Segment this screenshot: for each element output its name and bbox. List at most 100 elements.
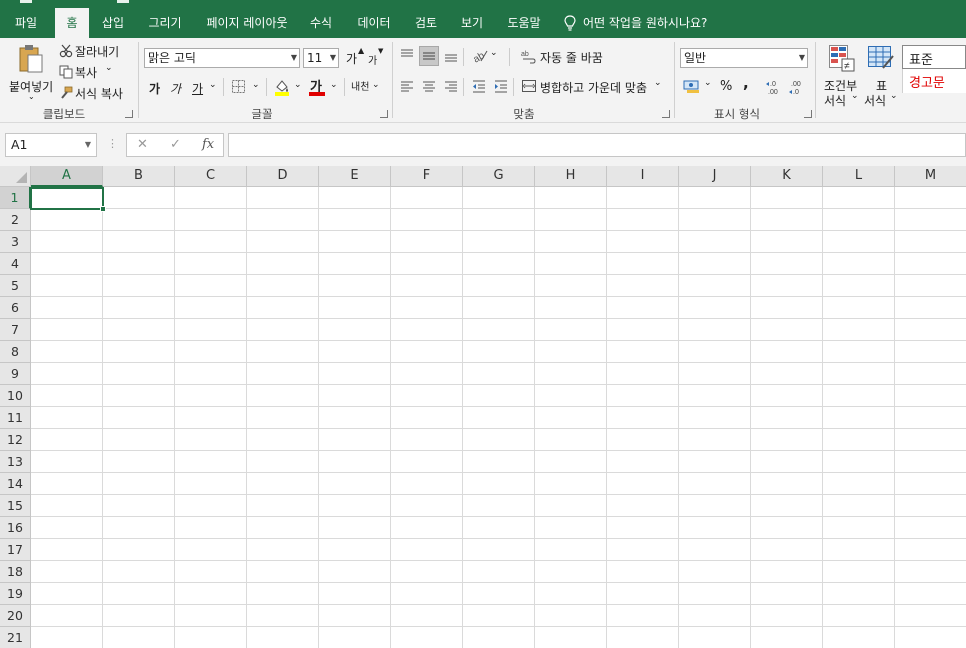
fill-color-dropdown-icon[interactable]: ⌄: [294, 80, 302, 90]
tab-data[interactable]: 데이터: [350, 8, 398, 38]
alignment-launcher-icon[interactable]: [662, 110, 670, 118]
row-header-15[interactable]: 15: [0, 495, 31, 517]
row-header-2[interactable]: 2: [0, 209, 31, 231]
borders-dropdown-icon[interactable]: ⌄: [252, 80, 260, 90]
column-header-K[interactable]: K: [751, 166, 823, 187]
column-header-D[interactable]: D: [247, 166, 319, 187]
row-header-11[interactable]: 11: [0, 407, 31, 429]
confirm-entry-icon[interactable]: ✓: [170, 137, 181, 152]
copy-button[interactable]: 복사 ⌄: [57, 63, 123, 81]
cut-button[interactable]: 잘라내기: [57, 42, 123, 60]
number-launcher-icon[interactable]: [804, 110, 812, 118]
cancel-entry-icon[interactable]: ✕: [137, 137, 148, 152]
paste-button[interactable]: 붙여넣기 ⌄: [6, 42, 53, 104]
row-header-21[interactable]: 21: [0, 627, 31, 648]
tab-review[interactable]: 검토: [408, 8, 444, 38]
column-header-J[interactable]: J: [679, 166, 751, 187]
row-header-6[interactable]: 6: [0, 297, 31, 319]
row-header-20[interactable]: 20: [0, 605, 31, 627]
row-header-9[interactable]: 9: [0, 363, 31, 385]
number-format-combo[interactable]: 일반 ▼: [680, 48, 808, 68]
row-header-18[interactable]: 18: [0, 561, 31, 583]
shrink-font-button[interactable]: 가: [368, 52, 377, 67]
name-box-dropdown-icon[interactable]: ▼: [85, 134, 91, 156]
row-header-7[interactable]: 7: [0, 319, 31, 341]
column-header-E[interactable]: E: [319, 166, 391, 187]
decrease-decimal-icon[interactable]: .00 .0: [788, 78, 806, 96]
font-color-dropdown-icon[interactable]: ⌄: [330, 80, 338, 90]
tab-file[interactable]: 파일: [4, 8, 48, 38]
comma-button[interactable]: ,: [743, 74, 749, 92]
increase-indent-icon[interactable]: [493, 78, 509, 94]
fill-color-icon[interactable]: [273, 78, 291, 96]
tab-page-layout[interactable]: 페이지 레이아웃: [200, 8, 294, 38]
orientation-icon[interactable]: ab: [471, 47, 489, 63]
underline-button[interactable]: 가: [192, 80, 203, 97]
conditional-formatting-button[interactable]: ≠ 조건부 서식 ⌄: [822, 42, 862, 108]
column-header-B[interactable]: B: [103, 166, 175, 187]
clipboard-launcher-icon[interactable]: [125, 110, 133, 118]
align-center-icon[interactable]: [421, 78, 437, 94]
font-launcher-icon[interactable]: [380, 110, 388, 118]
row-header-8[interactable]: 8: [0, 341, 31, 363]
select-all-button[interactable]: [0, 166, 31, 187]
tab-home[interactable]: 홈: [55, 8, 89, 38]
wrap-text-button[interactable]: 자동 줄 바꿈: [540, 49, 603, 66]
tell-me-box[interactable]: 어떤 작업을 원하시나요?: [564, 8, 724, 38]
grow-font-button[interactable]: 가: [346, 50, 357, 67]
quick-access-redo-icon[interactable]: [117, 0, 129, 3]
formula-bar-grip-icon[interactable]: ⋮: [107, 137, 118, 150]
accounting-dropdown-icon[interactable]: ⌄: [704, 78, 712, 88]
tab-draw[interactable]: 그리기: [141, 8, 189, 38]
row-header-5[interactable]: 5: [0, 275, 31, 297]
column-header-A[interactable]: A: [31, 166, 103, 187]
align-bottom-icon[interactable]: [443, 47, 459, 63]
decrease-indent-icon[interactable]: [471, 78, 487, 94]
formula-input[interactable]: [228, 133, 966, 157]
format-as-table-button[interactable]: 표 서식 ⌄: [862, 42, 900, 108]
column-header-L[interactable]: L: [823, 166, 895, 187]
tab-view[interactable]: 보기: [454, 8, 490, 38]
cell-style-warning[interactable]: 경고문: [902, 69, 966, 93]
phonetic-dropdown-icon[interactable]: ⌄: [372, 80, 380, 90]
worksheet-grid[interactable]: ABCDEFGHIJKLM 1 2 3 4 5 6 7 8 9 10 11 12 13 14 15 16 17 1…: [0, 166, 966, 648]
tab-insert[interactable]: 삽입: [95, 8, 131, 38]
row-header-3[interactable]: 3: [0, 231, 31, 253]
row-header-12[interactable]: 12: [0, 429, 31, 451]
column-header-G[interactable]: G: [463, 166, 535, 187]
tab-formulas[interactable]: 수식: [303, 8, 339, 38]
row-header-17[interactable]: 17: [0, 539, 31, 561]
merge-center-dropdown-icon[interactable]: ⌄: [654, 78, 662, 88]
bold-button[interactable]: 가: [149, 80, 160, 97]
row-header-10[interactable]: 10: [0, 385, 31, 407]
column-header-I[interactable]: I: [607, 166, 679, 187]
align-middle-button[interactable]: [419, 46, 439, 66]
align-top-icon[interactable]: [399, 47, 415, 63]
underline-dropdown-icon[interactable]: ⌄: [209, 80, 217, 90]
increase-decimal-icon[interactable]: .0 .00: [765, 78, 783, 96]
tab-help[interactable]: 도움말: [500, 8, 548, 38]
column-header-F[interactable]: F: [391, 166, 463, 187]
row-header-1[interactable]: 1: [0, 187, 31, 209]
percent-button[interactable]: %: [720, 79, 732, 94]
column-header-H[interactable]: H: [535, 166, 607, 187]
name-box[interactable]: A1 ▼: [5, 133, 97, 157]
font-size-combo[interactable]: 11 ▼: [303, 48, 339, 68]
format-painter-button[interactable]: 서식 복사: [57, 84, 127, 102]
italic-button[interactable]: 가: [170, 80, 181, 97]
font-name-combo[interactable]: 맑은 고딕 ▼: [144, 48, 300, 68]
align-left-icon[interactable]: [399, 78, 415, 94]
cell-style-normal[interactable]: 표준: [902, 45, 966, 69]
column-header-C[interactable]: C: [175, 166, 247, 187]
row-header-14[interactable]: 14: [0, 473, 31, 495]
align-right-icon[interactable]: [443, 78, 459, 94]
column-header-M[interactable]: M: [895, 166, 966, 187]
borders-icon[interactable]: [231, 79, 247, 95]
insert-function-icon[interactable]: fx: [202, 137, 214, 152]
active-cell-A1[interactable]: [30, 187, 106, 212]
fill-handle[interactable]: [100, 206, 106, 212]
row-header-4[interactable]: 4: [0, 253, 31, 275]
merge-center-button[interactable]: 병합하고 가운데 맞춤: [540, 79, 647, 96]
accounting-format-icon[interactable]: [683, 78, 701, 94]
row-header-16[interactable]: 16: [0, 517, 31, 539]
